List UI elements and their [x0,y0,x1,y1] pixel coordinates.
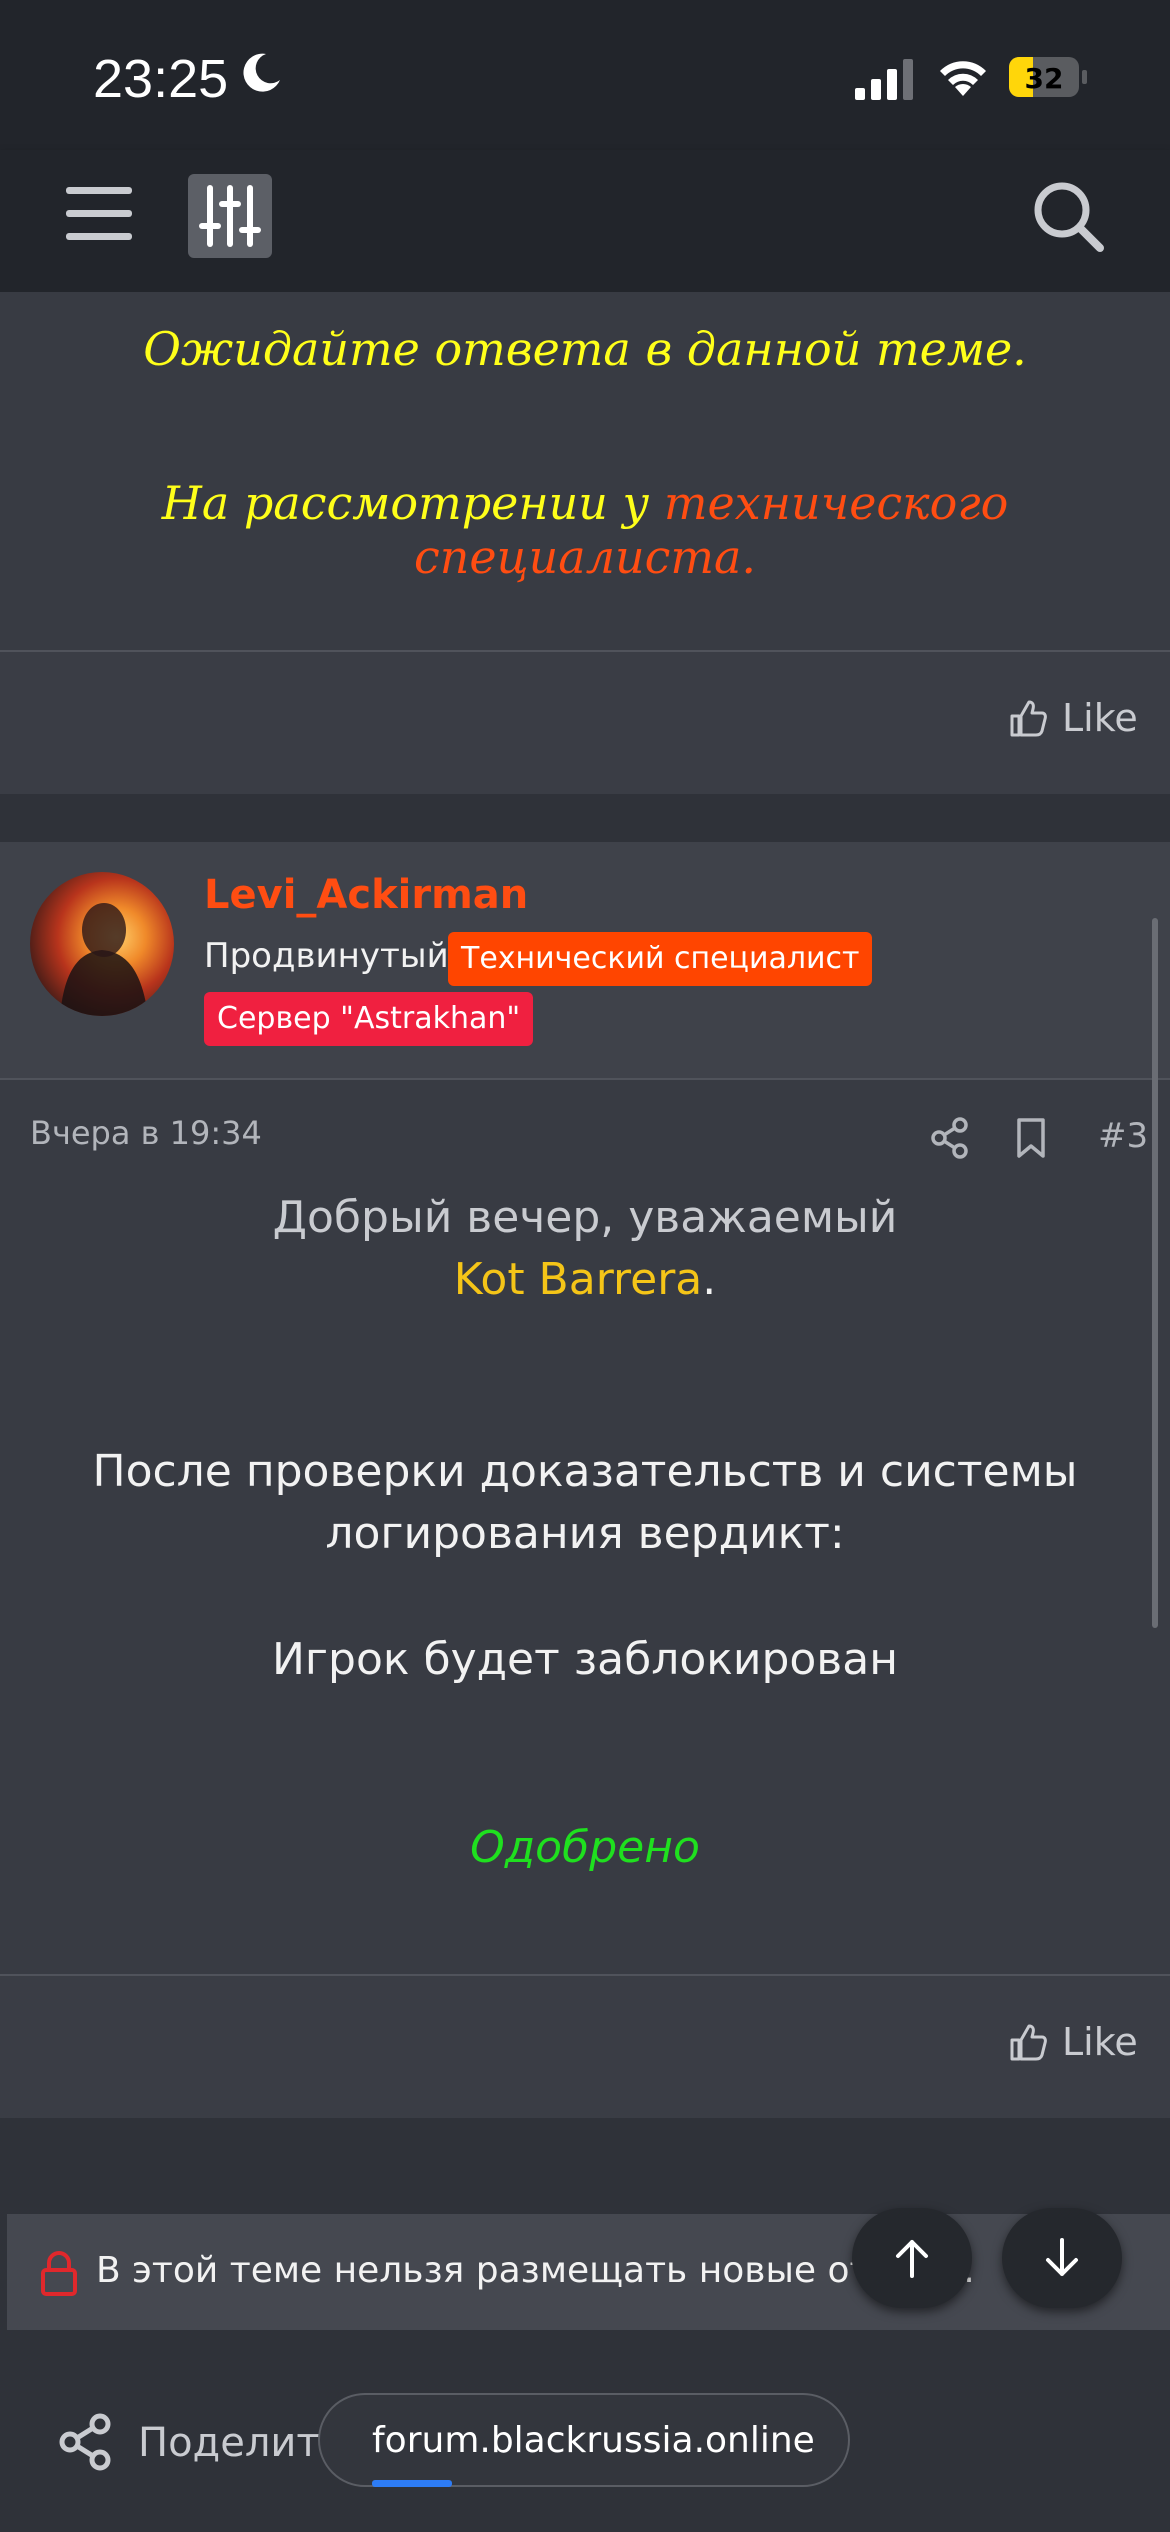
greeting-period: . [702,1254,717,1305]
page-scrollbar[interactable] [1152,918,1158,1628]
previous-post-line-1: Ожидайте ответа в данной теме. [143,322,1027,376]
greeting-line: Добрый вечер, уважаемый [272,1192,898,1243]
post-date[interactable]: Вчера в 19:34 [30,1114,262,1152]
like-label: Like [1062,696,1138,740]
thumbs-up-icon [1010,700,1047,737]
body-line-2: логирования вердикт: [325,1508,845,1559]
author-username[interactable]: Levi_Ackirman [204,872,528,918]
greeting-name-line: Kot Barrera. [0,1254,1170,1305]
moon-icon [243,53,280,92]
author-rank: Продвинутый [204,936,449,976]
recipient-name: Kot Barrera [453,1254,703,1305]
url-text: forum.blackrussia.online [372,2420,815,2461]
lock-icon [41,2251,77,2296]
status-time: 23:25 [93,49,229,109]
previous-post-line-2-prefix: На рассмотрении у [161,476,664,530]
page-load-progress [372,2480,452,2487]
search-icon[interactable] [1030,178,1106,254]
cellular-signal-icon [855,59,913,100]
battery-level: 32 [1025,62,1064,95]
battery-icon: 32 [1009,57,1087,97]
wifi-icon [940,61,986,96]
filter-button[interactable] [188,174,272,258]
scroll-to-bottom-button[interactable] [1002,2208,1122,2308]
arrow-up-icon [896,2240,928,2278]
filter-sliders-icon [199,185,261,247]
arrow-down-icon [1046,2238,1078,2276]
thumbs-up-icon [1010,2024,1047,2061]
verdict-text: Игрок будет заблокирован [272,1634,898,1685]
role-badge-technical-specialist: Технический специалист [448,932,873,986]
previous-post-line-2: На рассмотрении у технического специалис… [0,476,1170,584]
status-approved: Одобрено [470,1822,700,1873]
previous-post-like-button[interactable]: Like [1008,696,1138,740]
avatar-image [60,903,148,1016]
share-icon[interactable] [58,2412,114,2472]
hamburger-menu-icon[interactable] [62,183,136,245]
avatar[interactable] [30,872,174,1016]
post-like-button[interactable]: Like [1008,2020,1138,2064]
bookmark-icon[interactable] [1014,1116,1048,1160]
body-line-1: После проверки доказательств и системы [92,1446,1078,1497]
post-footer [0,1974,1170,2118]
top-navigation [0,150,1170,292]
like-label: Like [1062,2020,1138,2064]
scroll-to-top-button[interactable] [852,2208,972,2308]
post-number-link[interactable]: #3 [1098,1116,1148,1156]
role-badge-server: Сервер "Astrakhan" [204,992,534,1046]
share-icon[interactable] [930,1116,970,1160]
previous-post-footer [0,650,1170,794]
